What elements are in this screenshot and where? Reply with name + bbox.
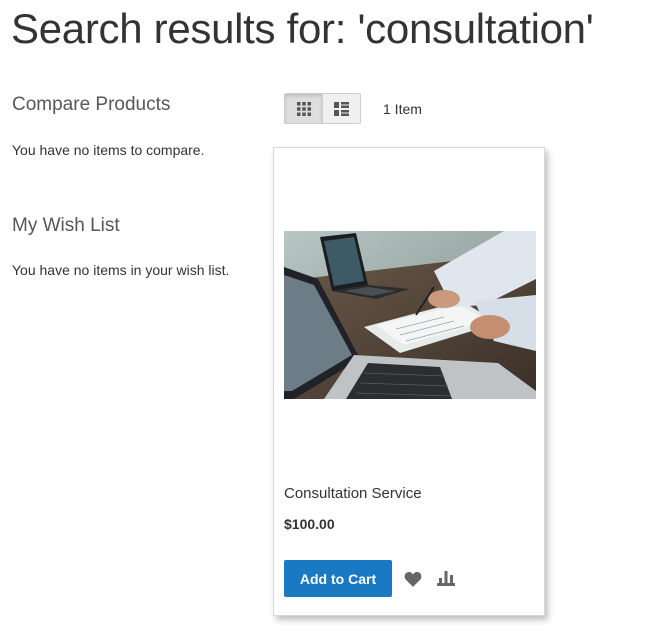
- product-price: $100.00: [284, 516, 335, 532]
- grid-view-button[interactable]: [285, 94, 322, 123]
- compare-icon: [437, 571, 455, 586]
- list-icon: [334, 101, 349, 116]
- compare-products-title: Compare Products: [12, 94, 171, 115]
- heart-icon: [404, 571, 422, 587]
- wishlist-empty-message: You have no items in your wish list.: [12, 262, 230, 278]
- page-title: Search results for: 'consultation': [11, 5, 594, 52]
- add-to-cart-button[interactable]: Add to Cart: [284, 560, 392, 597]
- compare-empty-message: You have no items to compare.: [12, 142, 205, 158]
- view-mode-switcher: [284, 93, 361, 124]
- grid-icon: [296, 101, 311, 116]
- product-item: Consultation Service $100.00 Add to Cart: [273, 147, 545, 616]
- add-to-compare-button[interactable]: [437, 570, 455, 591]
- toolbar-amount: 1 Item: [383, 101, 422, 117]
- product-name-link[interactable]: Consultation Service: [284, 485, 422, 502]
- add-to-wishlist-button[interactable]: [404, 571, 422, 592]
- list-view-button[interactable]: [322, 94, 360, 123]
- product-image[interactable]: [284, 231, 536, 399]
- laptops-and-paperwork-photo: [284, 231, 536, 399]
- wishlist-title: My Wish List: [12, 215, 120, 236]
